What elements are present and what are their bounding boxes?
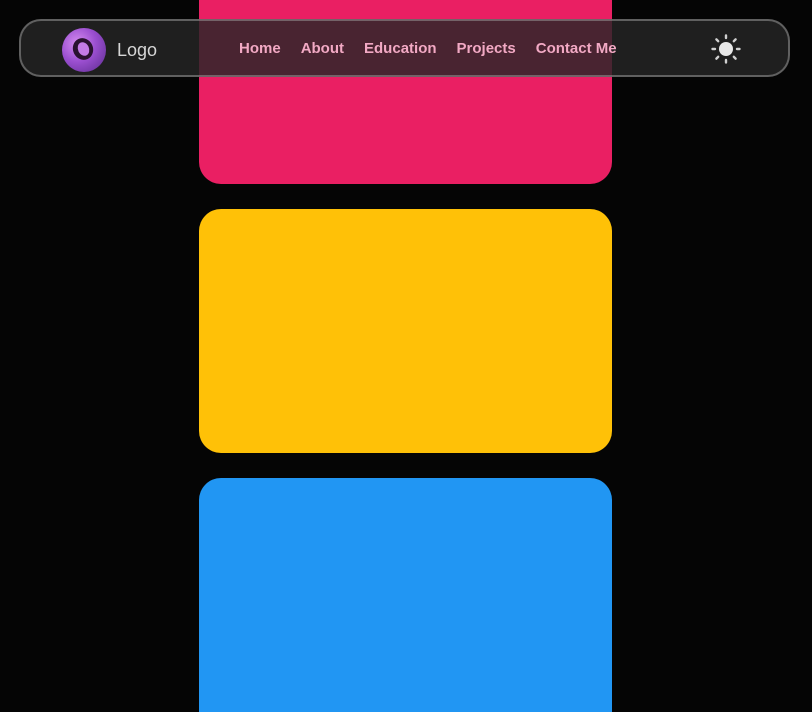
nav-link-projects[interactable]: Projects (457, 40, 516, 57)
nav-link-home[interactable]: Home (239, 40, 281, 57)
theme-toggle-button[interactable] (711, 34, 741, 64)
sun-icon (711, 34, 741, 64)
nav-link-education[interactable]: Education (364, 40, 437, 57)
logo-icon (62, 28, 106, 72)
page: Logo Home About Education Projects Conta… (0, 0, 812, 712)
yellow-card (199, 209, 612, 453)
logo-text: Logo (117, 39, 158, 60)
logo[interactable]: Logo (62, 28, 157, 72)
navbar: Logo Home About Education Projects Conta… (19, 19, 790, 77)
blue-card (199, 478, 612, 712)
nav-link-contact[interactable]: Contact Me (536, 40, 617, 57)
nav-link-about[interactable]: About (301, 40, 344, 57)
nav-links: Home About Education Projects Contact Me (239, 21, 617, 75)
